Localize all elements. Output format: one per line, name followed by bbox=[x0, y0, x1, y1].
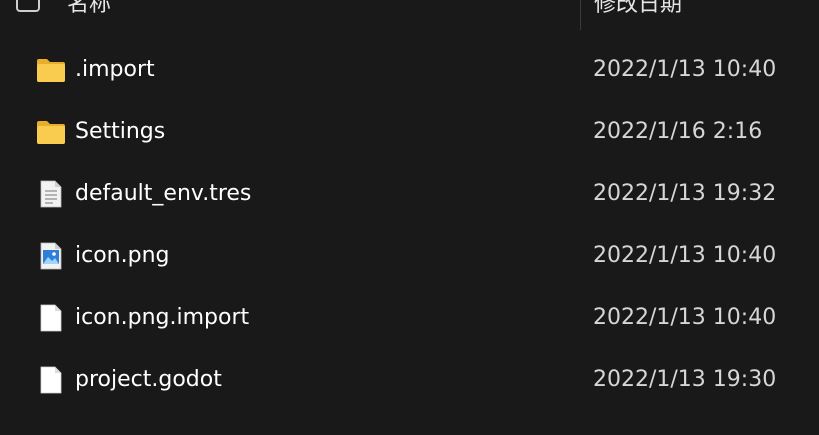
file-date: 2022/1/16 2:16 bbox=[593, 119, 763, 144]
file-name: default_env.tres bbox=[75, 181, 252, 206]
file-list: .import 2022/1/13 10:40 Settings 2022/1/… bbox=[0, 39, 819, 411]
file-name: icon.png bbox=[75, 243, 170, 268]
file-row[interactable]: icon.png 2022/1/13 10:40 bbox=[0, 225, 819, 287]
file-date: 2022/1/13 19:32 bbox=[593, 181, 777, 206]
file-name: icon.png.import bbox=[75, 305, 250, 330]
file-icon bbox=[36, 366, 66, 394]
column-date-header[interactable]: 修改日期 bbox=[594, 0, 682, 18]
file-row[interactable]: project.godot 2022/1/13 19:30 bbox=[0, 349, 819, 411]
file-date: 2022/1/13 19:30 bbox=[593, 367, 777, 392]
image-file-icon bbox=[36, 242, 66, 270]
column-header: 名称 修改日期 bbox=[0, 0, 819, 30]
file-row[interactable]: .import 2022/1/13 10:40 bbox=[0, 39, 819, 101]
file-row[interactable]: Settings 2022/1/16 2:16 bbox=[0, 101, 819, 163]
file-icon bbox=[36, 304, 66, 332]
file-row[interactable]: icon.png.import 2022/1/13 10:40 bbox=[0, 287, 819, 349]
file-name: .import bbox=[75, 57, 155, 82]
column-name-header[interactable]: 名称 bbox=[67, 0, 111, 18]
file-explorer: 名称 修改日期 .import 2022/1/13 10:40 Settings bbox=[0, 0, 819, 435]
file-date: 2022/1/13 10:40 bbox=[593, 243, 777, 268]
text-file-icon bbox=[36, 180, 66, 208]
select-all-checkbox[interactable] bbox=[16, 0, 40, 12]
file-date: 2022/1/13 10:40 bbox=[593, 305, 777, 330]
folder-icon bbox=[36, 56, 66, 84]
file-name: Settings bbox=[75, 119, 166, 144]
file-date: 2022/1/13 10:40 bbox=[593, 57, 777, 82]
file-name: project.godot bbox=[75, 367, 222, 392]
file-row[interactable]: default_env.tres 2022/1/13 19:32 bbox=[0, 163, 819, 225]
column-divider[interactable] bbox=[580, 0, 581, 30]
folder-icon bbox=[36, 118, 66, 146]
